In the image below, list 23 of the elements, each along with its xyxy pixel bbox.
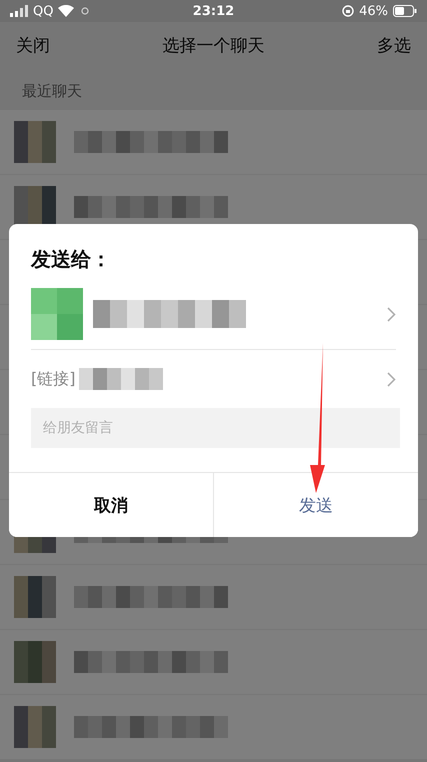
multi-select-button[interactable]: 多选 bbox=[377, 34, 411, 56]
avatar bbox=[31, 288, 83, 340]
battery-percent: 46% bbox=[359, 4, 388, 18]
status-time: 23:12 bbox=[192, 4, 234, 18]
send-button[interactable]: 发送 bbox=[213, 473, 418, 537]
chevron-icon[interactable] bbox=[387, 306, 396, 322]
battery-icon bbox=[392, 5, 417, 17]
page-title: 选择一个聊天 bbox=[162, 34, 264, 56]
carrier-name: QQ bbox=[33, 4, 54, 18]
brightness-icon bbox=[79, 5, 92, 17]
message-field[interactable]: 给朋友留言 bbox=[31, 408, 400, 448]
chevron-icon[interactable] bbox=[387, 372, 396, 386]
wifi-icon bbox=[58, 5, 74, 17]
close-button[interactable]: 关闭 bbox=[16, 34, 50, 56]
link-label: [链接] bbox=[31, 368, 76, 390]
avatar bbox=[14, 576, 56, 618]
avatar bbox=[14, 706, 56, 748]
rotation-lock-icon bbox=[342, 5, 354, 17]
dialog-title: 发送给： bbox=[30, 246, 112, 273]
section-title: 最近聊天 bbox=[21, 81, 83, 102]
avatar bbox=[14, 641, 56, 683]
avatar bbox=[14, 121, 56, 163]
signal-icon bbox=[10, 5, 28, 17]
